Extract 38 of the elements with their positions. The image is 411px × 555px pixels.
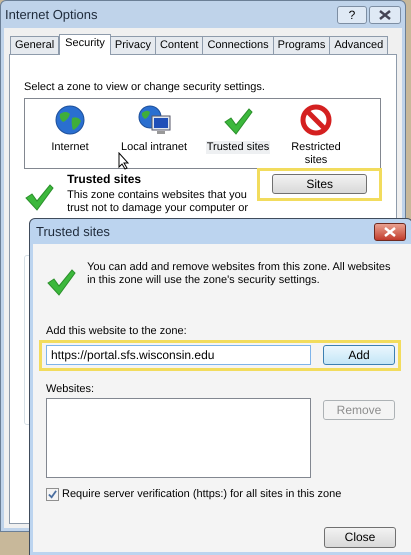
sites-button[interactable]: Sites <box>272 174 368 194</box>
websites-list[interactable] <box>46 398 311 478</box>
cursor-icon <box>118 152 130 170</box>
field-label: Add this website to the zone: <box>46 324 188 339</box>
tab[interactable]: Advanced <box>329 36 388 54</box>
tab[interactable]: Content <box>154 36 204 54</box>
zone-title: Trusted sites <box>67 170 142 188</box>
zone-description: This zone contains websites that you trust not to damage your computer or <box>67 188 250 214</box>
zone-prompt: Select a zone to view or change security settings. <box>24 80 266 95</box>
checkmark-icon <box>46 267 76 297</box>
checkbox-label: Require server verification (https:) for all sites in this zone <box>62 487 342 502</box>
tab[interactable]: Connections <box>202 36 274 54</box>
zone-item[interactable]: Restricted sites <box>285 140 347 166</box>
checkmark-icon <box>223 106 253 136</box>
no-entry-icon <box>300 104 332 136</box>
add-button[interactable]: Add <box>323 345 395 365</box>
close-button[interactable] <box>374 222 406 240</box>
close-dialog-button[interactable]: Close <box>324 526 396 548</box>
zone-item[interactable]: Local intranet <box>120 140 188 154</box>
help-button[interactable]: ? <box>337 6 367 24</box>
url-field[interactable]: https://portal.sfs.wisconsin.edu <box>46 345 311 365</box>
zone-item[interactable]: Internet <box>50 140 90 154</box>
close-icon <box>379 10 391 20</box>
field-label: Websites: <box>46 382 96 396</box>
zone-item[interactable]: Trusted sites <box>206 140 270 154</box>
dialog-message: You can add and remove websites from this zone. All websites in this zone will use the zone's security settings. <box>87 261 392 287</box>
checkbox[interactable] <box>46 488 59 501</box>
tab[interactable]: General <box>10 36 60 54</box>
tab[interactable]: Programs <box>272 36 330 54</box>
dialog-title: Trusted sites <box>36 222 111 241</box>
close-icon <box>384 226 396 236</box>
globe-icon <box>54 104 86 136</box>
tab[interactable]: Security <box>59 34 111 55</box>
window-title: Internet Options <box>5 6 98 24</box>
checkmark-icon <box>24 182 54 212</box>
close-button[interactable] <box>369 6 401 24</box>
tab[interactable]: Privacy <box>110 36 156 54</box>
globe-monitor-icon <box>137 104 171 136</box>
